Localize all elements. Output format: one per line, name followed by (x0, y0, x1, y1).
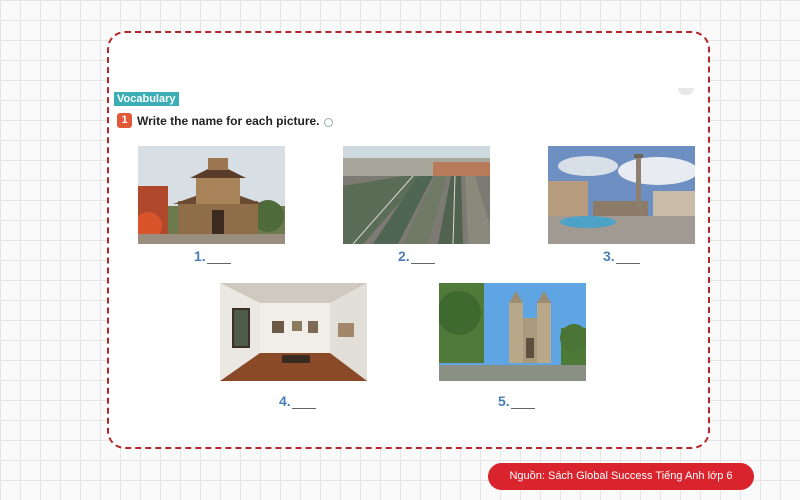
task-instruction: Write the name for each picture. (137, 114, 320, 128)
section-tag: Vocabulary (114, 92, 179, 106)
source-badge: Nguồn: Sách Global Success Tiếng Anh lớp… (488, 463, 754, 490)
answer-blank-4[interactable] (291, 395, 316, 409)
picture-label-5: 5. (498, 393, 535, 409)
picture-label-1: 1. (194, 248, 231, 264)
railway-station-photo (343, 146, 490, 244)
task-number: 1 (117, 113, 132, 128)
pagoda-photo (138, 146, 285, 244)
picture-label-4: 4. (279, 393, 316, 409)
city-square-photo (548, 146, 695, 244)
answer-blank-2[interactable] (410, 250, 435, 264)
picture-label-3: 3. (603, 248, 640, 264)
picture-label-2: 2. (398, 248, 435, 264)
audio-icon[interactable] (324, 118, 333, 127)
art-gallery-photo (220, 283, 367, 381)
cathedral-photo (439, 283, 586, 381)
answer-blank-1[interactable] (206, 250, 231, 264)
answer-blank-3[interactable] (615, 250, 640, 264)
answer-blank-5[interactable] (510, 395, 535, 409)
